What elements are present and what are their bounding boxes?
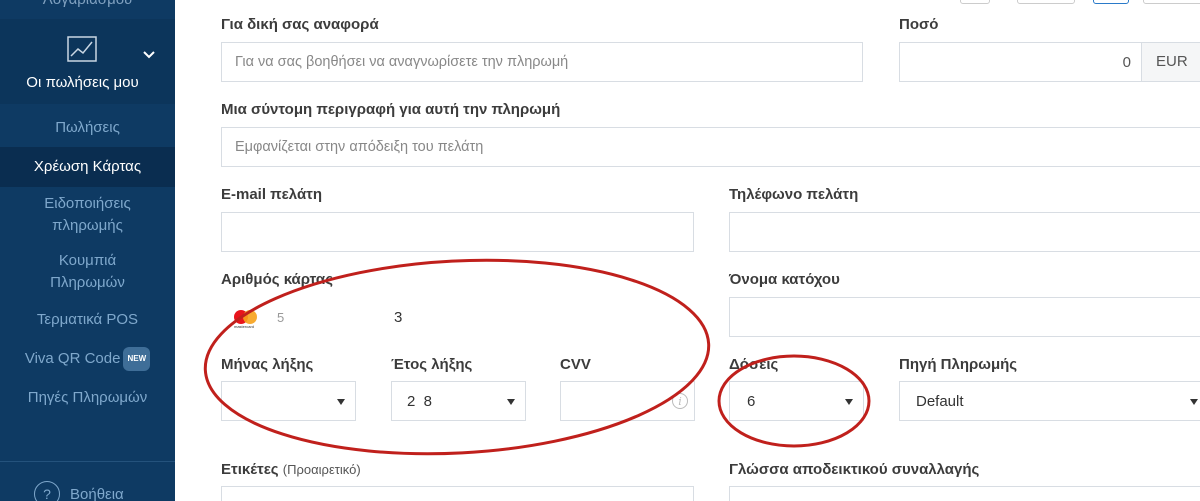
- phone-label: Τηλέφωνο πελάτη: [729, 186, 859, 203]
- sidebar-section-my-sales[interactable]: Οι πωλήσεις μου: [0, 19, 175, 104]
- sidebar-divider: [0, 461, 175, 462]
- tags-label-text: Ετικέτες: [221, 461, 279, 478]
- sidebar-item-payment-buttons[interactable]: Κουμπιά Πληρωμών: [0, 243, 175, 301]
- reference-label: Για δική σας αναφορά: [221, 16, 379, 33]
- mastercard-text: mastercard: [234, 324, 255, 329]
- email-label: E-mail πελάτη: [221, 186, 323, 203]
- card-number-value-end: 3: [394, 309, 403, 326]
- receipt-language-label: Γλώσσα αποδεικτικού συναλλαγής: [729, 461, 980, 478]
- sidebar: Λογαριασμού Οι πωλήσεις μου Πωλήσεις Χρέ…: [0, 0, 175, 501]
- sidebar-submenu: Πωλήσεις Χρέωση Κάρτας Ειδοποιήσεις πληρ…: [0, 112, 175, 417]
- receipt-language-select[interactable]: [729, 486, 1200, 501]
- holder-label: Όνομα κατόχου: [729, 271, 840, 288]
- sidebar-item-payment-sources[interactable]: Πηγές Πληρωμών: [0, 379, 175, 417]
- payment-source-value: Default: [916, 393, 964, 410]
- cvv-input[interactable]: i: [560, 381, 695, 421]
- caret-down-icon: [1190, 399, 1198, 405]
- help-link[interactable]: ? Βοήθεια: [34, 481, 124, 501]
- info-icon[interactable]: i: [672, 393, 688, 409]
- sidebar-item-card-charge[interactable]: Χρέωση Κάρτας: [0, 147, 175, 187]
- top-tab[interactable]: [1143, 0, 1200, 4]
- top-tab[interactable]: [960, 0, 990, 4]
- caret-down-icon: [337, 399, 345, 405]
- description-input[interactable]: Εμφανίζεται στην απόδειξη του πελάτη: [221, 127, 1200, 167]
- card-charge-form: Για δική σας αναφορά Για να σας βοηθήσει…: [175, 0, 1200, 501]
- sidebar-section-label: Οι πωλήσεις μου: [26, 74, 139, 91]
- sidebar-item-sales[interactable]: Πωλήσεις: [0, 112, 175, 147]
- expiry-year-value: 2 8: [407, 393, 433, 410]
- reference-placeholder: Για να σας βοηθήσει να αναγνωρίσετε την …: [235, 54, 569, 70]
- card-number-input[interactable]: mastercard 5 3: [221, 297, 694, 337]
- currency-addon: EUR: [1141, 42, 1200, 82]
- amount-input[interactable]: 0: [899, 42, 1149, 82]
- card-number-label: Αριθμός κάρτας: [221, 271, 333, 288]
- expiry-month-label: Μήνας λήξης: [221, 356, 314, 373]
- description-placeholder: Εμφανίζεται στην απόδειξη του πελάτη: [235, 139, 484, 155]
- sidebar-item-account[interactable]: Λογαριασμού: [0, 0, 175, 8]
- card-number-value: 5: [277, 310, 285, 325]
- expiry-year-label: Έτος λήξης: [391, 356, 473, 373]
- phone-input[interactable]: [729, 212, 1200, 252]
- tags-input[interactable]: [221, 486, 694, 501]
- expiry-year-select[interactable]: 2 8: [391, 381, 526, 421]
- email-input[interactable]: [221, 212, 694, 252]
- reference-input[interactable]: Για να σας βοηθήσει να αναγνωρίσετε την …: [221, 42, 863, 82]
- amount-label: Ποσό: [899, 16, 939, 33]
- payment-source-select[interactable]: Default: [899, 381, 1200, 421]
- caret-down-icon: [845, 399, 853, 405]
- new-badge: NEW: [123, 347, 151, 371]
- tags-label: Ετικέτες (Προαιρετικό): [221, 461, 361, 478]
- cvv-label: CVV: [560, 356, 591, 373]
- expiry-month-select[interactable]: [221, 381, 356, 421]
- installments-label: Δόσεις: [729, 356, 779, 373]
- holder-input[interactable]: [729, 297, 1200, 337]
- caret-down-icon: [507, 399, 515, 405]
- help-icon: ?: [34, 481, 60, 501]
- chart-icon: [67, 36, 97, 62]
- installments-select[interactable]: 6: [729, 381, 864, 421]
- tags-optional: (Προαιρετικό): [282, 462, 361, 477]
- help-label: Βοήθεια: [70, 485, 124, 501]
- amount-value: 0: [1122, 54, 1131, 71]
- description-label: Μια σύντομη περιγραφή για αυτή την πληρω…: [221, 101, 561, 118]
- top-tab[interactable]: [1017, 0, 1075, 4]
- sidebar-item-qr-label: Viva QR Code: [24, 350, 121, 367]
- chevron-down-icon[interactable]: [143, 50, 155, 59]
- sidebar-item-payment-notifications[interactable]: Ειδοποιήσεις πληρωμής: [0, 187, 175, 243]
- top-tab[interactable]: [1093, 0, 1129, 4]
- installments-value: 6: [747, 393, 756, 410]
- sidebar-item-qr-code[interactable]: Viva QR Code NEW: [0, 339, 175, 379]
- sidebar-item-pos-terminals[interactable]: Τερματικά POS: [0, 301, 175, 339]
- currency-label: EUR: [1156, 53, 1188, 70]
- payment-source-label: Πηγή Πληρωμής: [899, 356, 1018, 373]
